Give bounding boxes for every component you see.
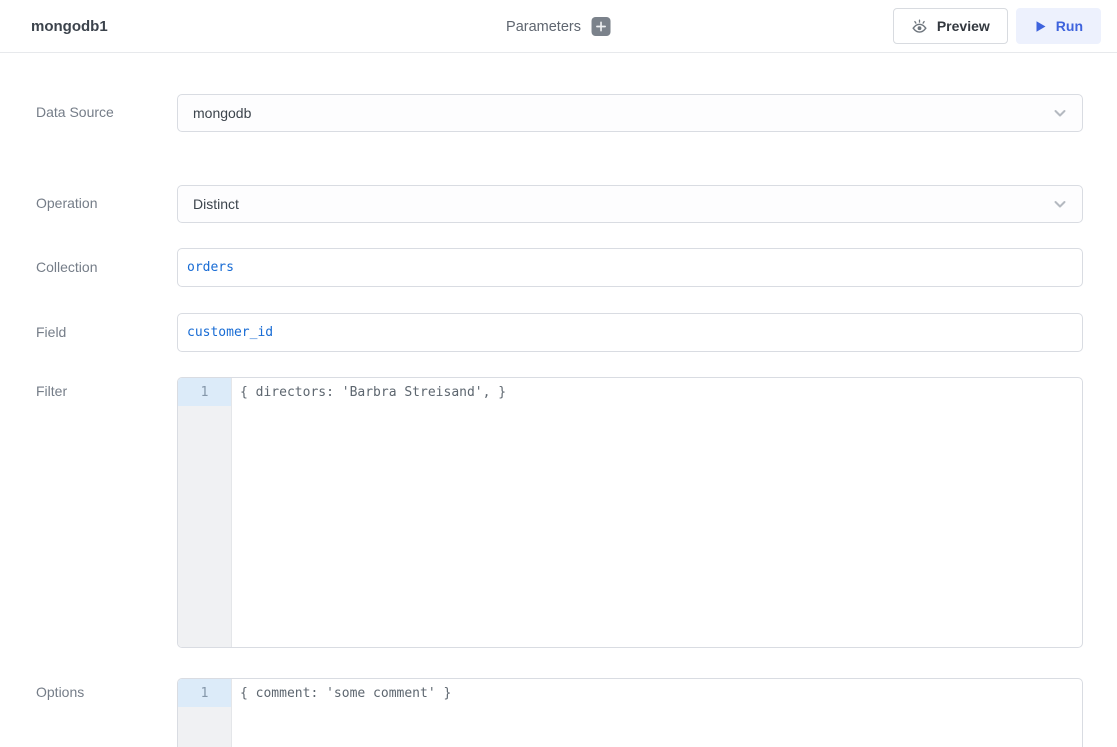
field-value: customer_id — [187, 325, 273, 340]
filter-row: Filter 1 { directors: 'Barbra Streisand'… — [0, 377, 1117, 648]
operation-row: Operation Distinct — [0, 185, 1117, 223]
query-form: Data Source mongodb Operation Distinct — [0, 53, 1117, 747]
operation-value: Distinct — [193, 196, 239, 212]
filter-label: Filter — [36, 383, 67, 399]
options-code-editor[interactable]: 1 { comment: 'some comment' } — [177, 678, 1083, 747]
field-input[interactable]: customer_id — [177, 313, 1083, 352]
data-source-select[interactable]: mongodb — [177, 94, 1083, 132]
filter-line-number: 1 — [178, 378, 231, 406]
field-row: Field customer_id — [0, 313, 1117, 352]
collection-input[interactable]: orders — [177, 248, 1083, 287]
parameters-section: Parameters — [506, 0, 611, 53]
operation-label: Operation — [36, 195, 97, 211]
filter-code-line: { directors: 'Barbra Streisand', } — [232, 378, 1082, 406]
data-source-label: Data Source — [36, 104, 114, 120]
play-icon — [1034, 20, 1047, 33]
options-line-number: 1 — [178, 679, 231, 707]
run-button-label: Run — [1056, 18, 1083, 34]
collection-label: Collection — [36, 259, 97, 275]
data-source-value: mongodb — [193, 105, 251, 121]
run-button[interactable]: Run — [1016, 8, 1101, 44]
query-title: mongodb1 — [31, 18, 108, 35]
chevron-down-icon — [1052, 105, 1068, 121]
filter-editor-gutter: 1 — [178, 378, 232, 647]
add-parameter-button[interactable] — [592, 17, 611, 36]
collection-value: orders — [187, 260, 234, 275]
preview-button[interactable]: Preview — [893, 8, 1008, 44]
field-label: Field — [36, 324, 66, 340]
chevron-down-icon — [1052, 196, 1068, 212]
query-editor-header: mongodb1 Parameters Preview — [0, 0, 1117, 53]
eye-icon — [911, 19, 928, 34]
filter-code-editor[interactable]: 1 { directors: 'Barbra Streisand', } — [177, 377, 1083, 648]
preview-button-label: Preview — [937, 18, 990, 34]
collection-row: Collection orders — [0, 248, 1117, 287]
header-actions: Preview Run — [893, 8, 1101, 44]
options-editor-gutter: 1 — [178, 679, 232, 747]
data-source-row: Data Source mongodb — [0, 94, 1117, 132]
options-code-area[interactable]: { comment: 'some comment' } — [232, 679, 1082, 747]
filter-code-area[interactable]: { directors: 'Barbra Streisand', } — [232, 378, 1082, 647]
plus-icon — [596, 21, 607, 32]
parameters-label: Parameters — [506, 19, 581, 35]
operation-select[interactable]: Distinct — [177, 185, 1083, 223]
options-label: Options — [36, 684, 84, 700]
options-code-line: { comment: 'some comment' } — [232, 679, 1082, 707]
options-row: Options 1 { comment: 'some comment' } — [0, 678, 1117, 747]
